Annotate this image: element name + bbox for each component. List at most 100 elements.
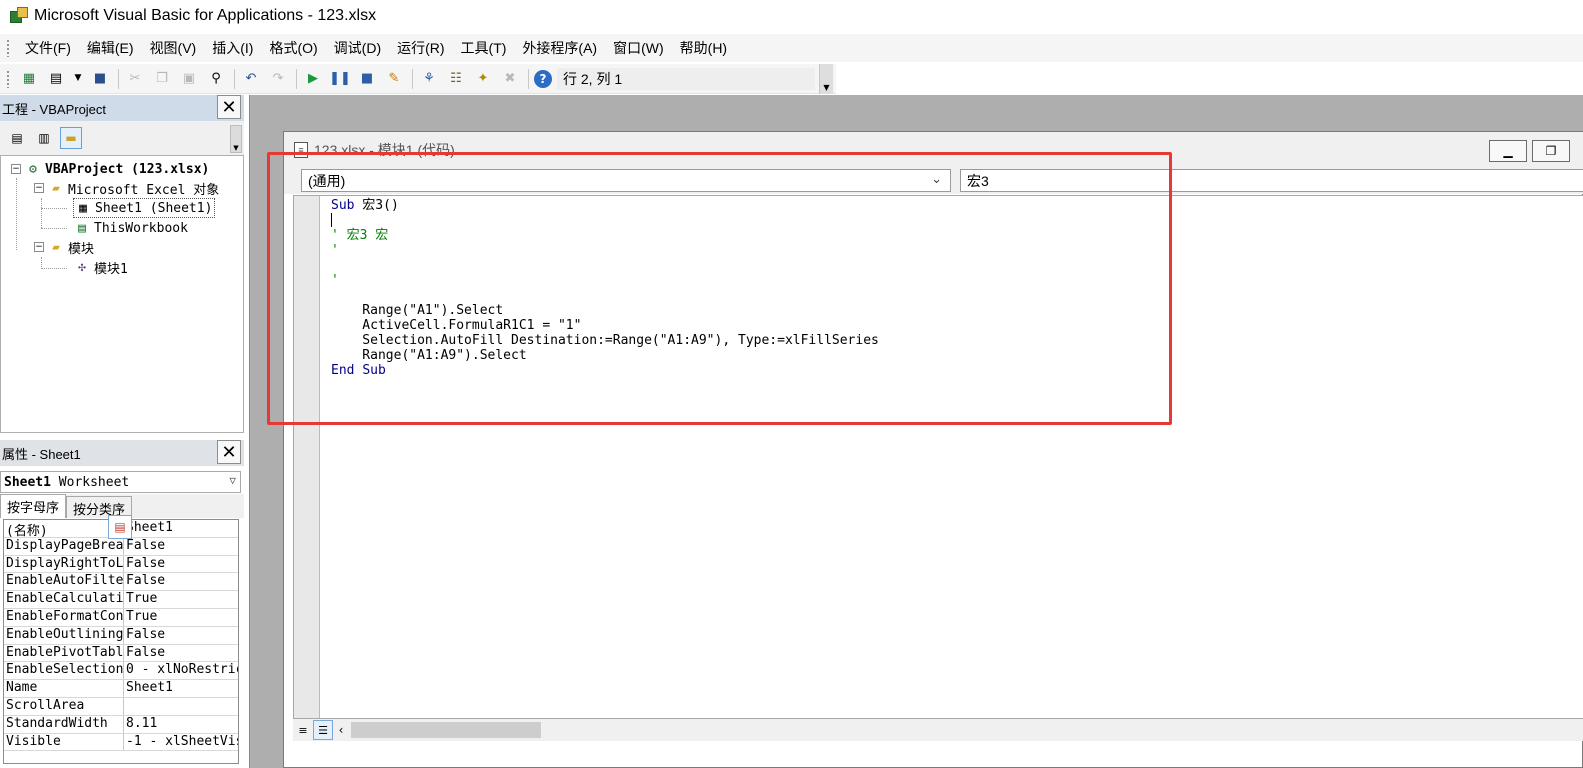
- object-browser-icon[interactable]: ✦: [472, 68, 494, 90]
- property-value[interactable]: -1 - xlSheetVisible: [124, 734, 238, 751]
- help-icon[interactable]: ?: [534, 69, 552, 88]
- view-object-icon[interactable]: ▥: [33, 127, 55, 149]
- redo-icon[interactable]: ↷: [267, 68, 289, 90]
- chevron-down-icon[interactable]: ▽: [229, 474, 236, 487]
- menu-file[interactable]: 文件(F): [18, 36, 78, 60]
- run-icon[interactable]: ▶: [302, 68, 324, 90]
- full-module-view-icon[interactable]: ☰: [313, 720, 333, 740]
- property-value[interactable]: False: [124, 573, 238, 590]
- toolbar-grip[interactable]: [6, 69, 10, 88]
- properties-object-select[interactable]: Sheet1 Worksheet ▽: [0, 471, 241, 493]
- undo-icon[interactable]: ↶: [240, 68, 262, 90]
- worksheet-icon: ▦: [79, 200, 87, 216]
- menu-tools[interactable]: 工具(T): [454, 36, 514, 60]
- menu-help[interactable]: 帮助(H): [673, 36, 734, 60]
- menu-format[interactable]: 格式(O): [262, 36, 324, 60]
- menu-edit[interactable]: 编辑(E): [80, 36, 141, 60]
- menu-addins[interactable]: 外接程序(A): [515, 36, 604, 60]
- property-row[interactable]: Visible-1 - xlSheetVisible: [4, 733, 238, 752]
- tree-item-module1[interactable]: ✣ 模块1: [73, 257, 128, 277]
- code-line: End Sub: [331, 363, 879, 378]
- property-row[interactable]: EnableOutlining False: [4, 626, 238, 645]
- code-line: Range("A1").Select: [331, 303, 504, 318]
- code-keyword: End: [331, 363, 355, 378]
- property-value[interactable]: True: [124, 609, 238, 626]
- view-code-icon[interactable]: ▤: [6, 127, 28, 149]
- reset-icon[interactable]: ■: [356, 68, 378, 90]
- collapse-icon[interactable]: −: [11, 164, 21, 174]
- project-panel-scroll-icon[interactable]: ▼: [230, 125, 242, 153]
- margin-indicator-bar[interactable]: [294, 196, 320, 718]
- toggle-folders-icon[interactable]: ▬: [60, 127, 82, 149]
- code-window-titlebar[interactable]: ≡ 123.xlsx - 模块1 (代码): [284, 132, 1583, 168]
- procedure-view-icon[interactable]: ≡: [293, 720, 313, 740]
- property-row[interactable]: EnableFormatConditionsCalculationTrue: [4, 608, 238, 627]
- property-value[interactable]: True: [124, 591, 238, 608]
- property-row[interactable]: EnableSelection0 - xlNoRestrictions: [4, 662, 238, 681]
- tree-item-thisworkbook[interactable]: ▤ ThisWorkbook: [73, 218, 188, 238]
- module-icon: ✣: [78, 259, 86, 275]
- properties-window-icon[interactable]: ☷: [445, 68, 467, 90]
- code-document-icon: ≡: [294, 142, 308, 158]
- collapse-icon[interactable]: −: [34, 242, 44, 252]
- toolbox-icon[interactable]: ✖: [499, 68, 521, 90]
- property-row[interactable]: ScrollArea: [4, 697, 238, 716]
- project-explorer-icon[interactable]: ⚘: [418, 68, 440, 90]
- menu-window[interactable]: 窗口(W): [606, 36, 671, 60]
- menu-insert[interactable]: 插入(I): [205, 36, 260, 60]
- cut-icon[interactable]: ✂: [124, 68, 146, 90]
- design-mode-icon[interactable]: ✎: [383, 68, 405, 90]
- tab-alphabetic[interactable]: 按字母序: [0, 494, 67, 518]
- chevron-down-icon[interactable]: ⌄: [931, 171, 942, 187]
- tree-item-excel-objects[interactable]: − ▰ Microsoft Excel 对象: [34, 178, 219, 198]
- save-icon[interactable]: ■: [89, 68, 111, 90]
- procedure-combo-value: 宏3: [967, 172, 989, 189]
- menu-run[interactable]: 运行(R): [390, 36, 451, 60]
- tree-item-vbaproject[interactable]: − ⚙ VBAProject (123.xlsx): [11, 159, 209, 179]
- property-row[interactable]: StandardWidth 8.11: [4, 715, 238, 734]
- break-icon[interactable]: ❚❚: [329, 68, 351, 90]
- scroll-left-icon[interactable]: ‹: [333, 720, 349, 740]
- property-value[interactable]: Sheet1: [124, 680, 238, 697]
- property-value[interactable]: Sheet1: [124, 520, 238, 537]
- properties-panel-close-icon[interactable]: ✕: [217, 440, 241, 464]
- menu-debug[interactable]: 调试(D): [327, 36, 388, 60]
- property-value[interactable]: 8.11: [124, 716, 238, 733]
- property-value[interactable]: False: [124, 645, 238, 662]
- property-value[interactable]: [124, 698, 238, 715]
- property-row[interactable]: DisplayPageBreaksFalse: [4, 537, 238, 556]
- code-text[interactable]: Sub 宏3() ' 宏3 宏 ' ' Range("A1").Select Ac…: [331, 198, 879, 378]
- property-row[interactable]: DisplayRightToLeftFalse: [4, 555, 238, 574]
- property-row[interactable]: EnablePivotTable False: [4, 644, 238, 663]
- menu-view[interactable]: 视图(V): [143, 36, 204, 60]
- menu-grip[interactable]: [6, 39, 10, 57]
- paste-icon[interactable]: ▣: [178, 68, 200, 90]
- property-row[interactable]: Name Sheet1: [4, 680, 238, 698]
- insert-userform-icon[interactable]: ▤: [45, 68, 67, 90]
- property-row[interactable]: EnableCalculationTrue: [4, 591, 238, 609]
- horizontal-scroll-thumb[interactable]: [351, 722, 541, 738]
- property-row[interactable]: EnableAutoFilter False: [4, 573, 238, 592]
- property-value[interactable]: False: [124, 627, 238, 644]
- cursor-position-display: 行 2, 列 1: [557, 67, 815, 90]
- project-panel-close-icon[interactable]: ✕: [217, 95, 241, 119]
- copy-icon[interactable]: ❐: [151, 68, 173, 90]
- property-value[interactable]: False: [124, 538, 238, 555]
- project-panel-title: 工程 - VBAProject: [2, 101, 107, 117]
- property-value[interactable]: 0 - xlNoRestrictions: [124, 662, 238, 679]
- restore-button[interactable]: ❐: [1532, 140, 1570, 162]
- minimize-button[interactable]: ▁: [1489, 140, 1527, 162]
- procedure-combo[interactable]: 宏3: [960, 169, 1583, 192]
- object-combo[interactable]: (通用) ⌄: [301, 169, 951, 192]
- excel-view-icon[interactable]: ▦: [18, 68, 40, 90]
- property-value[interactable]: False: [124, 556, 238, 573]
- tree-item-sheet1[interactable]: ▦ Sheet1 (Sheet1): [73, 198, 216, 218]
- code-editor[interactable]: Sub 宏3() ' 宏3 宏 ' ' Range("A1").Select Ac…: [293, 195, 1583, 719]
- find-icon[interactable]: ⚲: [205, 68, 227, 90]
- toolbar-options-icon[interactable]: ▼: [819, 63, 833, 94]
- collapse-icon[interactable]: −: [34, 183, 44, 193]
- dropdown-arrow-icon[interactable]: ▼: [72, 68, 84, 90]
- tree-item-modules[interactable]: − ▰ 模块: [34, 237, 94, 257]
- tree-item-label: ThisWorkbook: [94, 220, 188, 236]
